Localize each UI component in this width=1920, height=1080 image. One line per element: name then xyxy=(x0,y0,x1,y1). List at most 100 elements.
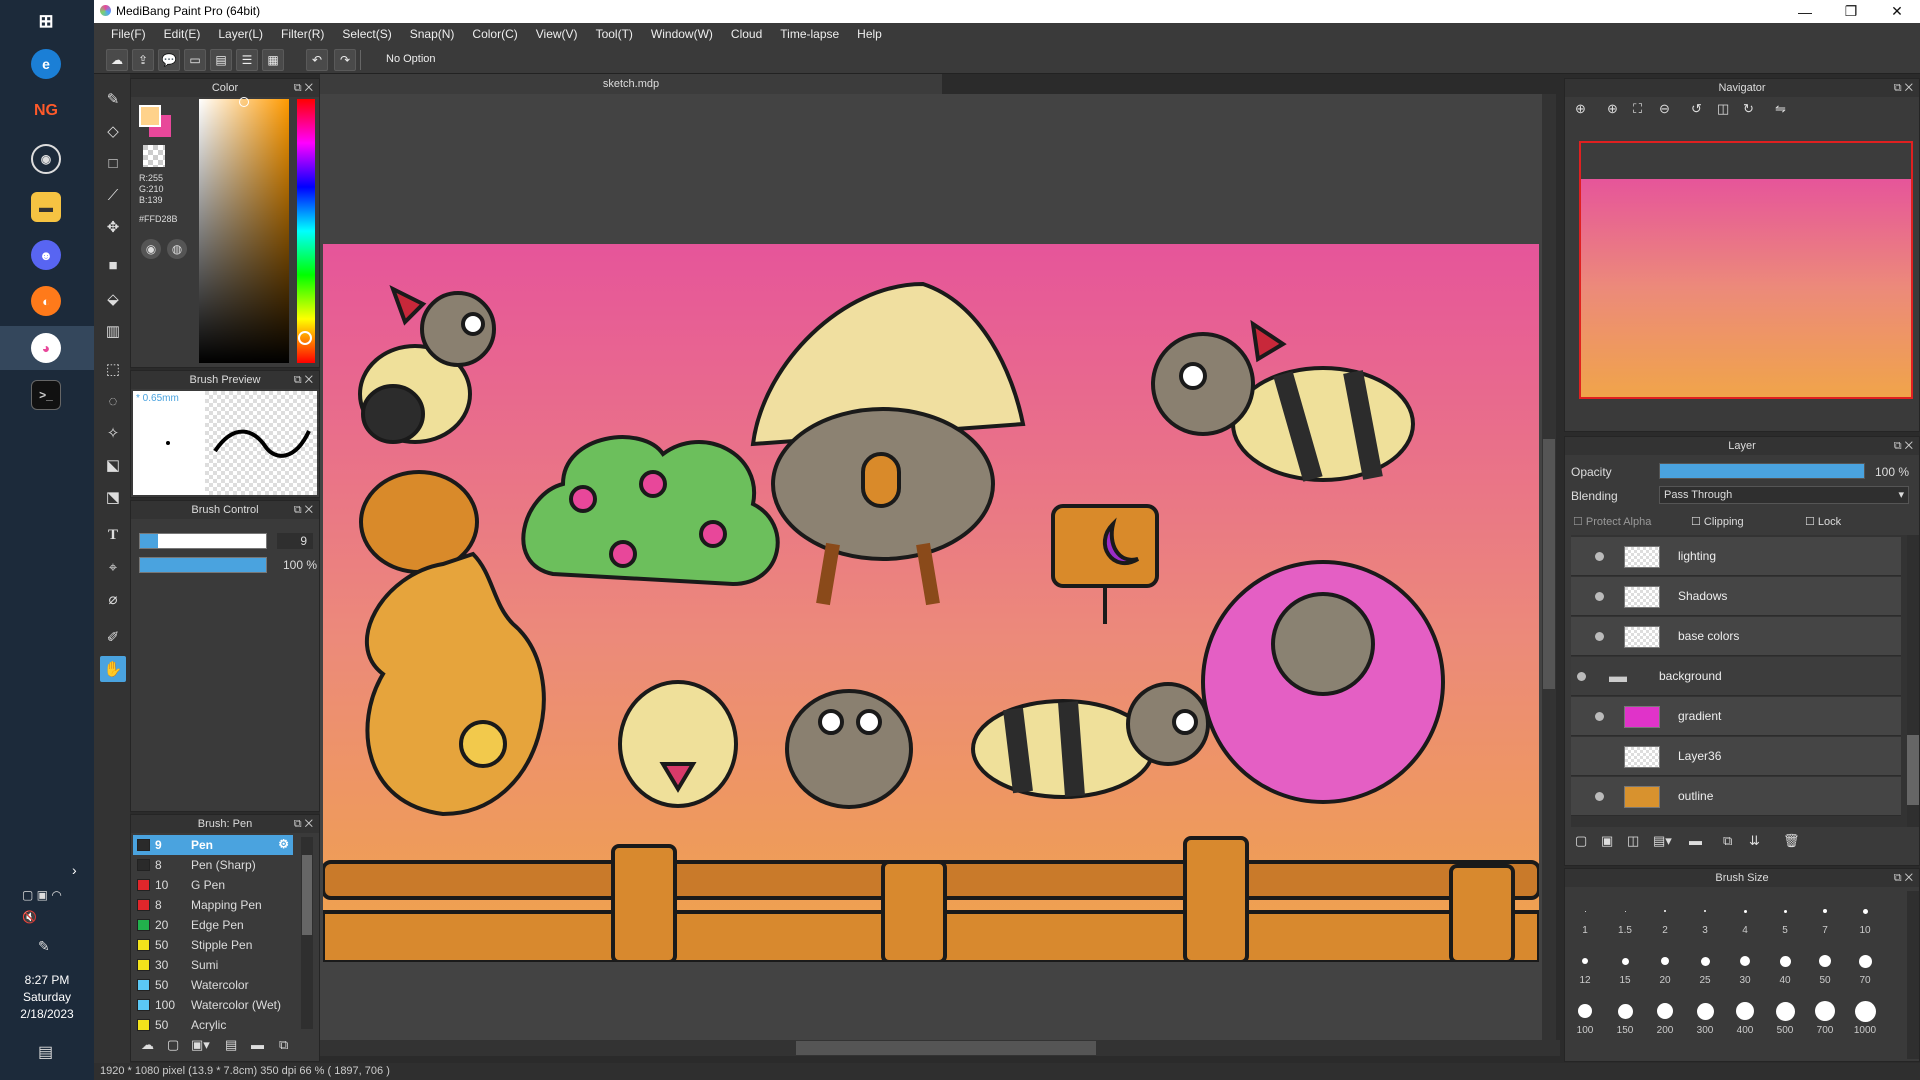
rotate-left-icon[interactable]: ↺ xyxy=(1691,101,1702,117)
fit-icon[interactable]: ⛶ xyxy=(1633,101,1642,117)
cloud-icon[interactable]: ☁ xyxy=(106,49,128,71)
dot-tool-icon[interactable]: ⟋ xyxy=(100,182,126,208)
brush-list-item[interactable]: 8 Pen (Sharp) xyxy=(133,855,293,875)
new-layer-icon[interactable]: ▢ xyxy=(1575,833,1587,849)
duplicate-layer-icon[interactable]: ⧉ xyxy=(1723,833,1732,849)
chevron-right-icon[interactable]: › xyxy=(72,862,77,878)
navigator-preview[interactable] xyxy=(1579,141,1913,399)
layer-visibility-icon[interactable] xyxy=(1595,552,1604,561)
comment-icon[interactable]: 💬 xyxy=(158,49,180,71)
magic-wand-icon[interactable]: ✧ xyxy=(100,420,126,446)
brush-list-item[interactable]: 20 Edge Pen xyxy=(133,915,293,935)
layer-row[interactable]: gradient xyxy=(1571,697,1901,736)
ng-icon[interactable]: NG xyxy=(31,96,61,126)
menu-file[interactable]: File(F) xyxy=(102,27,155,41)
pen-icon[interactable]: ✎ xyxy=(38,938,50,955)
menu-timelapse[interactable]: Time-lapse xyxy=(771,27,848,41)
hand-tool-icon[interactable]: ✋ xyxy=(100,656,126,682)
edge-icon[interactable]: e xyxy=(31,49,61,79)
eyedropper-icon[interactable]: ⌀ xyxy=(100,586,126,612)
menu-select[interactable]: Select(S) xyxy=(333,27,400,41)
select-eraser-icon[interactable]: ⬔ xyxy=(100,484,126,510)
brush-size-dot[interactable] xyxy=(1823,909,1827,913)
duplicate-brush-icon[interactable]: ⧉ xyxy=(279,1037,288,1053)
brush-size-dot[interactable] xyxy=(1657,1003,1673,1019)
brush-size-scrollbar[interactable] xyxy=(1907,891,1919,1059)
fill-rect-tool-icon[interactable]: ■ xyxy=(100,252,126,278)
lasso-tool-icon[interactable]: ◌ xyxy=(100,388,126,414)
list-icon[interactable]: ☰ xyxy=(236,49,258,71)
text-tool-icon[interactable]: T xyxy=(100,522,126,548)
blending-select[interactable]: Pass Through ▾ xyxy=(1659,486,1909,504)
operation-tool-icon[interactable]: ⌖ xyxy=(100,554,126,580)
layer-visibility-icon[interactable] xyxy=(1595,592,1604,601)
clock[interactable]: 8:27 PM Saturday 2/18/2023 xyxy=(0,972,94,1023)
brush-opacity-slider[interactable] xyxy=(139,557,267,573)
gradient-tool-icon[interactable]: ▥ xyxy=(100,318,126,344)
horizontal-scroll-thumb[interactable] xyxy=(796,1041,1096,1055)
layer-visibility-icon[interactable] xyxy=(1595,792,1604,801)
document-tab[interactable]: sketch.mdp xyxy=(320,74,942,94)
add-brush-icon[interactable]: ▢ xyxy=(167,1037,179,1053)
protect-alpha-checkbox[interactable]: ☐ Protect Alpha xyxy=(1573,515,1651,528)
panel-buttons-icon[interactable]: ⧉ ✕ xyxy=(1894,869,1913,887)
windows-icon[interactable]: ⊞ xyxy=(31,6,61,36)
shape-tool-icon[interactable]: □ xyxy=(100,150,126,176)
new-folder-icon[interactable]: ▬ xyxy=(1689,833,1702,848)
layer-scroll-thumb[interactable] xyxy=(1907,735,1919,805)
menu-filter[interactable]: Filter(R) xyxy=(272,27,333,41)
minimize-button[interactable]: — xyxy=(1782,0,1828,23)
palette-icon[interactable]: ◉ xyxy=(141,239,161,259)
menu-view[interactable]: View(V) xyxy=(527,27,587,41)
brush-size-dot[interactable] xyxy=(1621,957,1629,965)
brush-size-dot[interactable] xyxy=(1740,956,1750,966)
primary-color-swatch[interactable] xyxy=(139,105,161,127)
layer-row[interactable]: outline xyxy=(1571,777,1901,816)
brush-size-dot[interactable] xyxy=(1779,955,1791,967)
brush-size-dot[interactable] xyxy=(1743,909,1747,913)
panel-buttons-icon[interactable]: ⧉ ✕ xyxy=(1894,79,1913,97)
layer-scrollbar[interactable] xyxy=(1907,535,1919,827)
brush-tool-icon[interactable]: ✎ xyxy=(100,86,126,112)
select-pen-icon[interactable]: ⬕ xyxy=(100,452,126,478)
add-brush-menu-icon[interactable]: ▣▾ xyxy=(191,1037,210,1053)
tray-icons[interactable]: ▢ ▣ ◠ xyxy=(22,888,62,902)
hue-cursor[interactable] xyxy=(298,331,312,345)
zoom-in-2-icon[interactable]: ⊕ xyxy=(1607,101,1618,117)
panel-buttons-icon[interactable]: ⧉ ✕ xyxy=(294,371,313,389)
canvas-vertical-scrollbar[interactable] xyxy=(1542,94,1556,1040)
brush-size-dot[interactable] xyxy=(1617,1003,1633,1019)
bucket-tool-icon[interactable]: ⬙ xyxy=(100,286,126,312)
panel-buttons-icon[interactable]: ⧉ ✕ xyxy=(294,815,313,833)
zoom-in-icon[interactable]: ⊕ xyxy=(1575,101,1586,117)
menu-snap[interactable]: Snap(N) xyxy=(401,27,464,41)
layer-opacity-slider[interactable] xyxy=(1659,463,1865,479)
brush-list-scroll-thumb[interactable] xyxy=(302,855,312,935)
brush-size-dot[interactable] xyxy=(1584,910,1586,912)
merge-layer-icon[interactable]: ⇊ xyxy=(1749,833,1760,849)
maximize-button[interactable]: ❐ xyxy=(1828,0,1874,23)
brush-size-dot[interactable] xyxy=(1783,909,1787,913)
reset-rotation-icon[interactable]: ◫ xyxy=(1717,101,1729,117)
brush-size-dot[interactable] xyxy=(1862,908,1868,914)
brush-list-item[interactable]: 100 Watercolor (Wet) xyxy=(133,995,293,1015)
vertical-scroll-thumb[interactable] xyxy=(1543,439,1555,689)
brush-size-dot[interactable] xyxy=(1736,1002,1754,1020)
brush-size-dot[interactable] xyxy=(1661,957,1669,965)
saturation-value-square[interactable] xyxy=(199,99,289,363)
brush-list-item[interactable]: 10 G Pen xyxy=(133,875,293,895)
menu-color[interactable]: Color(C) xyxy=(463,27,526,41)
upload-icon[interactable]: ⇪ xyxy=(132,49,154,71)
menu-tool[interactable]: Tool(T) xyxy=(587,27,642,41)
brush-size-dot[interactable] xyxy=(1815,1001,1835,1021)
artwork-canvas[interactable] xyxy=(323,244,1539,962)
brush-size-dot[interactable] xyxy=(1775,1001,1795,1021)
select-tool-icon[interactable]: ⬚ xyxy=(100,356,126,382)
menu-cloud[interactable]: Cloud xyxy=(722,27,771,41)
brush-list-scrollbar[interactable] xyxy=(301,837,313,1029)
add-layer-menu-icon[interactable]: ▤▾ xyxy=(1653,833,1672,849)
discord-icon[interactable]: ☻ xyxy=(31,240,61,270)
brush-size-dot[interactable] xyxy=(1624,910,1626,912)
layer-row[interactable]: Layer36 xyxy=(1571,737,1901,776)
brush-list-item[interactable]: 50 Watercolor xyxy=(133,975,293,995)
